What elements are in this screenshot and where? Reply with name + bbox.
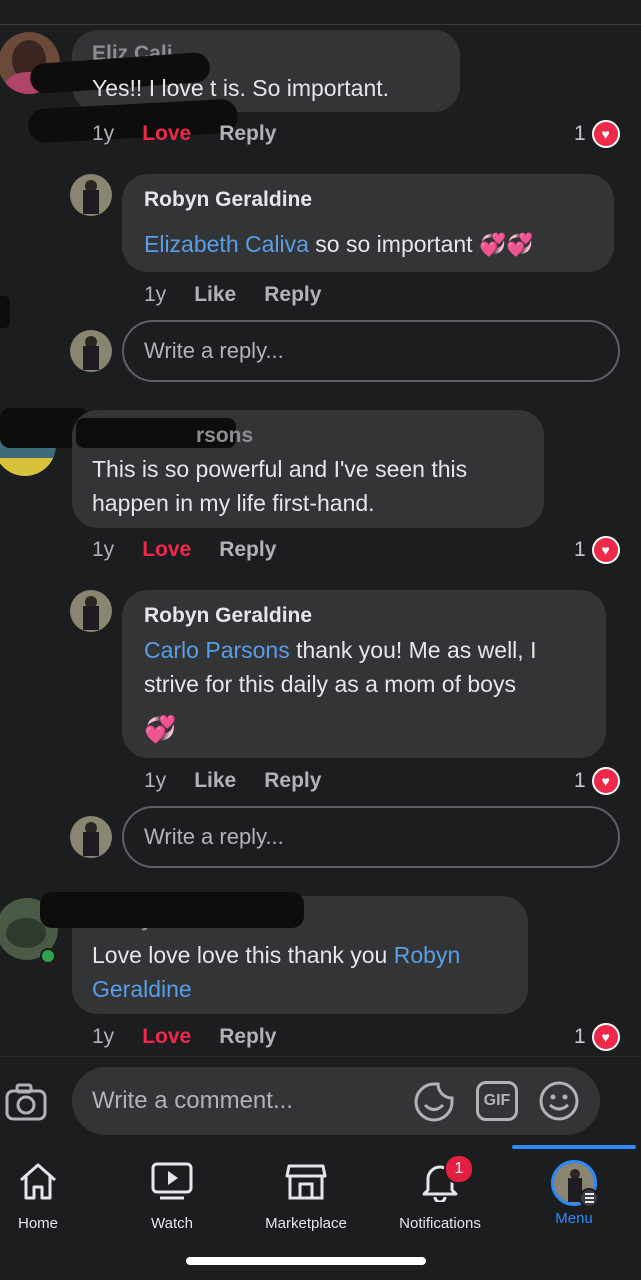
mention-link[interactable]: Carlo Parsons [144,637,290,663]
love-button[interactable]: Love [142,538,191,562]
reply-author[interactable]: Robyn Geraldine [144,604,312,628]
heart-reaction-icon: ♥ [591,767,620,795]
redaction-mark [0,296,10,328]
tab-label: Menu [555,1210,593,1227]
reply-button[interactable]: Reply [219,538,276,562]
hearts-emoji: 💞 [144,714,177,744]
marketplace-icon [284,1160,328,1207]
comment-text: This is so powerful and I've seen this h… [92,456,468,516]
reply-input[interactable]: Write a reply... [122,320,620,382]
heart-reaction-icon: ♥ [591,1023,620,1051]
reply-text: Carlo Parsons thank you! Me as well, I s… [144,637,537,697]
comment-actions: 1y Love Reply [92,1025,276,1049]
camera-icon[interactable] [4,1080,48,1124]
love-button[interactable]: Love [142,1025,191,1049]
reply-button[interactable]: Reply [264,283,321,307]
own-avatar [70,330,112,372]
comment-actions: 1y Love Reply [92,538,276,562]
reply-button[interactable]: Reply [219,122,276,146]
comment-text: Love love love this thank you Robyn Gera… [92,942,461,1002]
comment-time[interactable]: 1y [92,1025,114,1049]
reply-text: Elizabeth Caliva so so important 💞💞 [144,227,534,262]
comment-time[interactable]: 1y [92,538,114,562]
heart-reaction-icon: ♥ [591,536,620,564]
reaction-count[interactable]: 1 ♥ [574,536,620,564]
reply-time[interactable]: 1y [144,769,166,793]
mention-link[interactable]: Elizabeth Caliva [144,231,309,257]
tab-label: Watch [151,1215,193,1232]
sticker-icon[interactable] [412,1080,456,1124]
heart-reaction-icon: ♥ [591,120,620,148]
tab-label: Notifications [399,1215,481,1232]
comment-text: Yes!! I love t is. So important. [92,75,390,101]
emoji-icon[interactable] [538,1080,580,1122]
reply-button[interactable]: Reply [264,769,321,793]
redaction-mark [40,892,304,928]
top-divider [0,24,641,25]
tab-menu[interactable]: Menu [510,1160,638,1227]
like-button[interactable]: Like [194,769,236,793]
notification-badge: 1 [444,1154,474,1184]
reply-time[interactable]: 1y [144,283,166,307]
comment-actions: 1y Love Reply [92,122,276,146]
profile-menu-icon [551,1160,599,1208]
reaction-count[interactable]: 1 ♥ [574,1023,620,1051]
love-button[interactable]: Love [142,122,191,146]
watch-icon [150,1160,194,1207]
hearts-emoji: 💞💞 [478,232,534,257]
tab-watch[interactable]: Watch [108,1160,236,1232]
reply-input[interactable]: Write a reply... [122,806,620,868]
comment-time[interactable]: 1y [92,122,114,146]
tab-marketplace[interactable]: Marketplace [242,1160,370,1232]
home-icon [16,1160,60,1207]
reaction-count[interactable]: 1 ♥ [574,767,620,795]
tab-label: Home [17,1215,58,1232]
tab-notifications[interactable]: Notifications [376,1160,504,1232]
reply-author-avatar[interactable] [70,174,112,216]
online-status-dot [40,948,56,964]
reply-author-avatar[interactable] [70,590,112,632]
tab-home[interactable]: Home [0,1160,102,1232]
gif-button[interactable]: GIF [476,1081,518,1121]
active-tab-indicator [512,1145,636,1149]
comment-author[interactable]: rsons [196,424,253,448]
like-button[interactable]: Like [194,283,236,307]
reply-actions: 1y Like Reply [144,283,321,307]
home-indicator [186,1257,426,1265]
reply-author[interactable]: Robyn Geraldine [144,188,312,212]
comment-input[interactable]: Write a comment... [72,1067,600,1135]
reply-actions: 1y Like Reply [144,769,321,793]
reply-button[interactable]: Reply [219,1025,276,1049]
own-avatar [70,816,112,858]
reaction-count[interactable]: 1 ♥ [574,120,620,148]
tab-label: Marketplace [265,1215,347,1232]
